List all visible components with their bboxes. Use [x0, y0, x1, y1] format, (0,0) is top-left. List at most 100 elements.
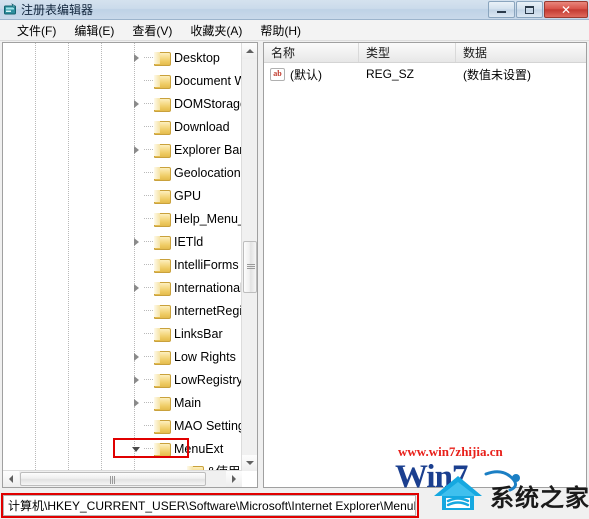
tree-item[interactable]: Low Rights [3, 345, 242, 368]
tree-item[interactable]: IETld [3, 230, 242, 253]
value-type: REG_SZ [366, 67, 415, 81]
tree-item-label: GPU [174, 188, 202, 203]
tree-connector-line [144, 149, 153, 150]
tree-item-label: InternetRegistry [174, 303, 242, 318]
menu-file[interactable]: 文件(F) [8, 20, 65, 41]
tree-item-selected[interactable]: MenuExt [3, 437, 242, 460]
list-header: 名称 类型 数据 [264, 43, 586, 63]
menu-edit[interactable]: 编辑(E) [65, 20, 123, 41]
tree-item[interactable]: InternetRegistry [3, 299, 242, 322]
folder-icon [153, 350, 171, 365]
tree-item-label: Desktop [174, 50, 220, 65]
tree-connector-line [144, 379, 153, 380]
client-area: Desktop Document Windows DOMStorage Downloa… [0, 41, 589, 490]
expand-arrow-icon[interactable] [130, 51, 144, 65]
folder-icon [153, 74, 171, 89]
tree-item-label: Download [174, 119, 230, 134]
watermark-brand-cn: 系统之家 [490, 485, 589, 512]
window-controls: ✕ [488, 1, 588, 18]
tree-connector-line [144, 356, 153, 357]
registry-values-pane: 名称 类型 数据 ab (默认) REG_SZ (数值未设置) [263, 42, 587, 488]
tree-horizontal-scrollbar[interactable] [3, 470, 242, 487]
tree-connector-line [144, 333, 153, 334]
folder-icon [153, 258, 171, 273]
tree-item[interactable]: MAO Settings [3, 414, 242, 437]
expand-arrow-icon[interactable] [130, 373, 144, 387]
window-title: 注册表编辑器 [21, 3, 94, 17]
tree-item-label: International [174, 280, 242, 295]
tree-item[interactable]: Help_Menu_URLs [3, 207, 242, 230]
column-header-type[interactable]: 类型 [359, 43, 456, 62]
tree-item-label: MAO Settings [174, 418, 242, 433]
value-name: (默认) [290, 67, 322, 82]
tree-item[interactable]: DOMStorage [3, 92, 242, 115]
folder-icon [153, 373, 171, 388]
scroll-right-button[interactable] [226, 471, 242, 487]
expand-arrow-icon[interactable] [130, 350, 144, 364]
tree-item-label: Main [174, 395, 202, 410]
chevron-right-icon [232, 475, 236, 483]
menu-view[interactable]: 查看(V) [123, 20, 181, 41]
expand-arrow-icon[interactable] [130, 143, 144, 157]
vertical-scroll-thumb[interactable] [243, 241, 257, 293]
column-header-name[interactable]: 名称 [264, 43, 359, 62]
table-row[interactable]: ab (默认) REG_SZ (数值未设置) [264, 63, 586, 85]
tree-item[interactable]: Explorer Bars [3, 138, 242, 161]
tree-vertical-scrollbar[interactable] [241, 43, 257, 471]
scroll-up-button[interactable] [242, 43, 257, 59]
ab-string-icon: ab [270, 67, 285, 81]
tree-item-label: MenuExt [174, 441, 224, 456]
tree-item[interactable]: IntelliForms [3, 253, 242, 276]
chevron-up-icon [246, 49, 254, 53]
folder-icon [153, 143, 171, 158]
folder-icon [153, 327, 171, 342]
folder-icon [153, 189, 171, 204]
folder-icon [153, 396, 171, 411]
column-header-data[interactable]: 数据 [456, 43, 586, 62]
tree-item[interactable]: Main [3, 391, 242, 414]
tree-item-label: Low Rights [174, 349, 236, 364]
tree-item[interactable]: LowRegistry [3, 368, 242, 391]
scroll-left-button[interactable] [3, 471, 19, 487]
expand-arrow-icon[interactable] [130, 281, 144, 295]
expand-arrow-icon[interactable] [130, 235, 144, 249]
tree-connector-line [144, 287, 153, 288]
menu-help[interactable]: 帮助(H) [251, 20, 310, 41]
tree-item[interactable]: Desktop [3, 46, 242, 69]
expand-arrow-icon[interactable] [130, 97, 144, 111]
tree-item-label: Help_Menu_URLs [174, 211, 242, 226]
registry-tree-pane: Desktop Document Windows DOMStorage Downloa… [2, 42, 258, 488]
tree-item[interactable]: Download [3, 115, 242, 138]
close-icon: ✕ [560, 2, 572, 17]
collapse-arrow-icon[interactable] [130, 442, 144, 456]
close-button[interactable]: ✕ [544, 1, 588, 18]
tree-item[interactable]: Geolocation [3, 161, 242, 184]
maximize-button[interactable] [516, 1, 543, 18]
watermark-url: www.win7zhijia.cn [398, 444, 503, 459]
value-data: (数值未设置) [463, 67, 531, 82]
tree-item[interactable]: LinksBar [3, 322, 242, 345]
tree-item[interactable]: GPU [3, 184, 242, 207]
status-path-container: 计算机\HKEY_CURRENT_USER\Software\Microsoft… [3, 495, 416, 516]
folder-icon [153, 120, 171, 135]
tree-connector-line [144, 448, 153, 449]
minimize-button[interactable] [488, 1, 515, 18]
tree-connector-line [144, 80, 153, 81]
tree-connector-line [144, 310, 153, 311]
tree-item[interactable]: International [3, 276, 242, 299]
tree-connector-line [144, 172, 153, 173]
scroll-down-button[interactable] [242, 455, 257, 471]
tree-connector-line [144, 218, 153, 219]
registry-editor-icon [3, 2, 17, 17]
menu-favorites[interactable]: 收藏夹(A) [181, 20, 251, 41]
expand-arrow-icon[interactable] [130, 396, 144, 410]
status-path: 计算机\HKEY_CURRENT_USER\Software\Microsoft… [8, 499, 416, 513]
horizontal-scroll-thumb[interactable] [20, 472, 206, 486]
tree-item-label: Geolocation [174, 165, 241, 180]
tree-viewport[interactable]: Desktop Document Windows DOMStorage Downloa… [3, 43, 242, 471]
tree-item[interactable]: Document Windows [3, 69, 242, 92]
